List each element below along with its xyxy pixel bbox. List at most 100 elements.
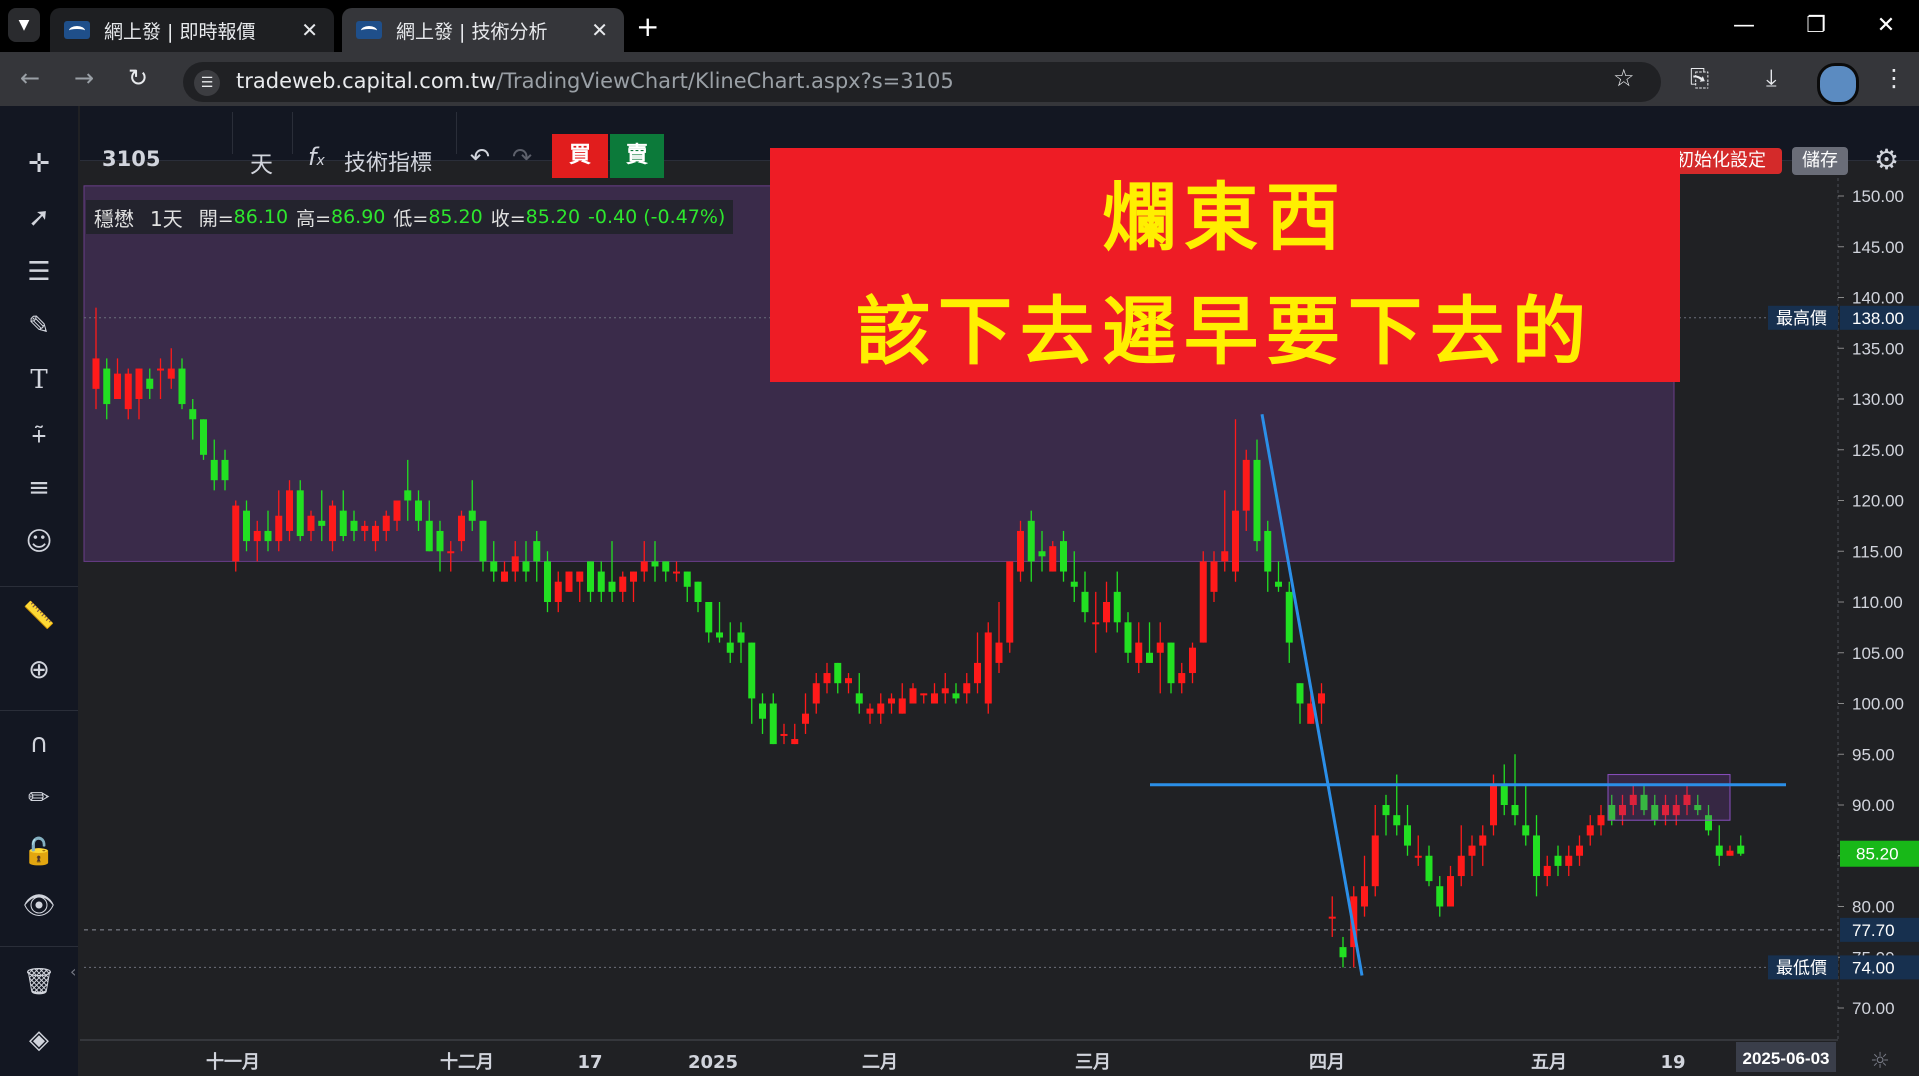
candle-body xyxy=(909,688,917,704)
candle-body xyxy=(189,409,197,420)
legend-close-label: 收= xyxy=(490,207,526,230)
low-price-tag-value: 74.00 xyxy=(1852,958,1895,977)
candle-body xyxy=(146,378,154,389)
toolbar-divider xyxy=(0,710,78,711)
candle-body xyxy=(1318,693,1325,704)
candle-body xyxy=(662,561,670,572)
candle-body xyxy=(1081,591,1089,613)
price-tick-label: 140.00 xyxy=(1852,289,1904,308)
ohlc-legend: 穩懋 1天 開= 86.10 高= 86.90 低= 85.20 收= 85.20 -0… xyxy=(86,200,734,234)
sell-button[interactable]: 賣 xyxy=(610,134,664,178)
candle-body xyxy=(812,683,820,704)
candle-body xyxy=(167,368,175,379)
candle-body xyxy=(834,662,842,684)
time-tick-label: 19 xyxy=(1660,1052,1685,1073)
candle-body xyxy=(479,520,487,562)
legend-high: 86.90 xyxy=(330,206,386,228)
candle-body xyxy=(995,642,1003,663)
zoom-in-icon[interactable]: ⊕ xyxy=(18,652,60,688)
candle-body xyxy=(855,693,863,704)
layers-icon[interactable]: ◈ xyxy=(18,1022,60,1058)
candle-body xyxy=(544,561,551,602)
candle-body xyxy=(1135,642,1143,663)
candle-body xyxy=(329,505,336,542)
candle-body xyxy=(1038,551,1046,557)
collapse-panel-icon[interactable]: ‹ xyxy=(70,962,76,981)
toolbar-divider xyxy=(456,112,457,154)
emoji-icon[interactable]: ☺ xyxy=(18,524,60,560)
candle-body xyxy=(264,530,272,542)
redo-icon[interactable]: ↷ xyxy=(512,143,532,171)
legend-change: -0.40 (-0.47%) xyxy=(588,206,726,228)
forecast-icon[interactable]: ≡ xyxy=(18,470,60,506)
candle xyxy=(565,571,573,592)
price-tick-label: 150.00 xyxy=(1852,187,1904,206)
indicators-button[interactable]: 技術指標 xyxy=(344,145,432,177)
axis-settings-icon: ☼ xyxy=(1870,1049,1890,1074)
candle-body xyxy=(791,739,799,745)
candle-body xyxy=(1296,683,1304,704)
time-tick-label: 四月 xyxy=(1309,1052,1345,1073)
candle-body xyxy=(1511,805,1519,816)
brush-icon[interactable]: ✎ xyxy=(18,308,60,344)
candle-body xyxy=(1522,825,1530,836)
candle xyxy=(1006,561,1014,653)
time-tick-label: 五月 xyxy=(1531,1052,1567,1073)
toolbar-divider xyxy=(292,112,293,154)
candle-body xyxy=(1500,784,1508,805)
candle-body xyxy=(468,510,476,521)
toolbar-divider xyxy=(0,946,78,947)
candle-body xyxy=(748,642,756,699)
candle-body xyxy=(866,708,874,714)
time-tick-label: 2025 xyxy=(688,1052,738,1073)
candle-body xyxy=(1199,561,1207,643)
lock-drawing-icon[interactable]: ✏ xyxy=(18,780,60,816)
candle xyxy=(984,622,992,714)
candle-body xyxy=(522,561,530,572)
text-tool-icon[interactable]: T xyxy=(18,362,60,398)
candle-body xyxy=(286,490,293,531)
lock-icon[interactable]: 🔓 xyxy=(18,834,60,870)
undo-icon[interactable]: ↶ xyxy=(470,143,490,171)
drawing-toolbar: ✛ ➚ ☰ ✎ T ⨤ ≡ ☺ 📏 ⊕ ∩ ✏ 🔓 👁 🗑 ◈ ‹ xyxy=(0,106,78,1076)
symbol-search[interactable]: 3105 xyxy=(102,147,160,171)
price-tick-label: 80.00 xyxy=(1852,898,1895,917)
price-tick-label: 100.00 xyxy=(1852,695,1904,714)
candle-body xyxy=(1479,835,1487,846)
time-tick-label: 二月 xyxy=(862,1052,898,1073)
candle-body xyxy=(232,505,240,562)
candle-body xyxy=(1275,581,1282,587)
fib-tool-icon[interactable]: ☰ xyxy=(18,254,60,290)
price-tick-label: 120.00 xyxy=(1852,492,1904,511)
candle-body xyxy=(393,500,401,521)
candle-body xyxy=(941,688,949,694)
banner-line-1: 爛東西 xyxy=(1102,175,1348,261)
candle-body xyxy=(984,632,992,704)
ruler-icon[interactable]: 📏 xyxy=(18,598,60,634)
candle-body xyxy=(683,571,691,587)
candle-body xyxy=(931,693,938,704)
trash-icon[interactable]: 🗑 xyxy=(18,964,60,1000)
eye-icon[interactable]: 👁 xyxy=(18,888,60,924)
save-button[interactable]: 儲存 xyxy=(1792,147,1848,175)
candle-body xyxy=(587,561,594,592)
candle-body xyxy=(1576,845,1583,856)
buy-button[interactable]: 買 xyxy=(552,134,608,178)
candle-body xyxy=(888,698,895,704)
candle-body xyxy=(124,373,132,410)
interval-button[interactable]: 天 xyxy=(250,145,273,179)
settings-gear-icon[interactable]: ⚙ xyxy=(1874,143,1899,176)
candle-body xyxy=(1404,825,1411,846)
candle-body xyxy=(554,581,562,602)
pattern-icon[interactable]: ⨤ xyxy=(18,416,60,452)
candle-body xyxy=(1447,876,1454,907)
candle-body xyxy=(1414,855,1422,858)
candle-body xyxy=(1328,916,1336,919)
candle-body xyxy=(458,515,465,542)
magnet-icon[interactable]: ∩ xyxy=(18,726,60,762)
trend-line-icon[interactable]: ➚ xyxy=(18,200,60,236)
indicators-icon[interactable]: fx xyxy=(308,143,325,171)
banner-line-2: 該下去遲早要下去的 xyxy=(856,289,1594,375)
crosshair-icon[interactable]: ✛ xyxy=(18,146,60,182)
legend-open-label: 開= xyxy=(198,207,234,230)
